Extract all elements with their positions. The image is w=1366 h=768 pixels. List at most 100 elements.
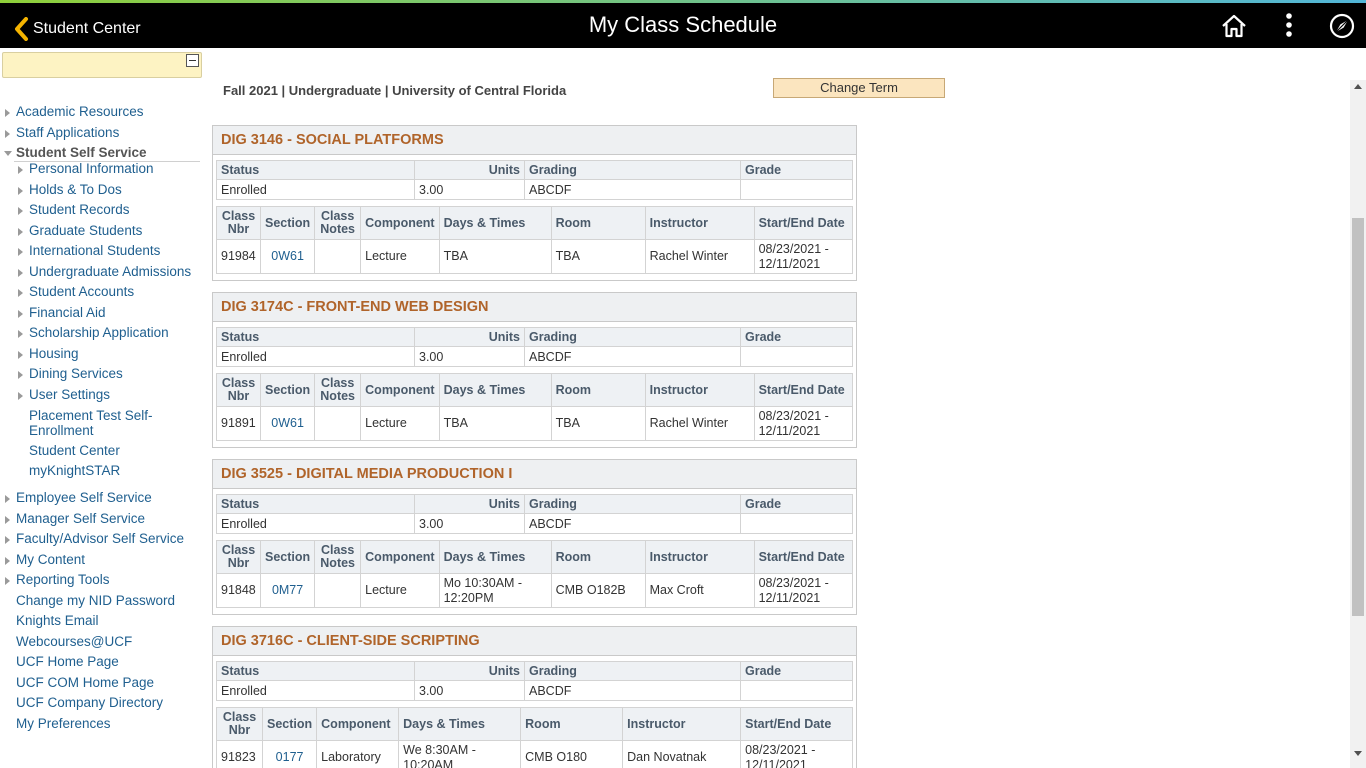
- section-link[interactable]: 0177: [261, 740, 318, 768]
- sidebar-item-label: Dining Services: [29, 366, 123, 381]
- status-table: Status Units Grading Grade Enrolled 3.00…: [216, 160, 853, 200]
- sidebar-item-my-content[interactable]: My Content: [5, 552, 86, 568]
- compass-icon[interactable]: [1328, 12, 1356, 40]
- scroll-down-arrow-icon[interactable]: [1354, 751, 1362, 756]
- sidebar-item-holds-to-dos[interactable]: Holds & To Dos: [18, 182, 122, 198]
- sidebar-item-reporting-tools[interactable]: Reporting Tools: [5, 572, 110, 588]
- sidebar-item-label: International Students: [29, 243, 161, 258]
- component-value: Lecture: [360, 406, 440, 441]
- grade-value: [740, 179, 853, 200]
- units-header: Units: [414, 661, 525, 681]
- sidebar-item-label: Student Center: [29, 443, 120, 458]
- sidebar-item-webcourses[interactable]: Webcourses@UCF: [16, 634, 132, 650]
- sidebar-item-personal-information[interactable]: Personal Information: [18, 161, 154, 177]
- class-nbr-header: Class Nbr: [216, 373, 261, 407]
- collapse-icon[interactable]: [186, 54, 199, 67]
- page-title: My Class Schedule: [588, 12, 778, 37]
- sidebar-item-international-students[interactable]: International Students: [18, 243, 161, 259]
- sidebar-item-label: UCF Company Directory: [16, 695, 164, 710]
- sidebar-item-knights-email[interactable]: Knights Email: [16, 613, 99, 629]
- sidebar-item-label: Personal Information: [29, 161, 154, 176]
- room-value: TBA: [550, 239, 646, 274]
- sidebar-item-academic-resources[interactable]: Academic Resources: [5, 104, 144, 120]
- class-notes-header: Class Notes: [314, 206, 362, 240]
- sidebar-item-student-records[interactable]: Student Records: [18, 202, 130, 218]
- component-value: Laboratory: [316, 740, 400, 768]
- status-header: Status: [216, 494, 415, 514]
- status-value: Enrolled: [216, 346, 415, 367]
- sidebar-item-graduate-students[interactable]: Graduate Students: [18, 223, 143, 239]
- grade-header: Grade: [740, 327, 853, 347]
- sidebar-item-scholarship-application[interactable]: Scholarship Application: [18, 325, 169, 341]
- section-link[interactable]: 0W61: [259, 406, 316, 441]
- start-end-value: 08/23/2021 - 12/11/2021: [753, 406, 854, 441]
- class-nbr-value: 91848: [216, 573, 261, 608]
- scroll-up-arrow-icon[interactable]: [1354, 84, 1362, 89]
- vertical-scrollbar[interactable]: [1350, 80, 1366, 768]
- sidebar-item-label: Scholarship Application: [29, 325, 169, 340]
- sidebar-item-manager-self-service[interactable]: Manager Self Service: [5, 511, 145, 527]
- instructor-header: Instructor: [644, 206, 755, 240]
- expand-arrow-icon: [5, 495, 10, 503]
- grading-value: ABCDF: [524, 513, 741, 534]
- days-times-header: Days & Times: [398, 707, 522, 741]
- sidebar-item-label: Student Accounts: [29, 284, 135, 299]
- sidebar-item-student-accounts[interactable]: Student Accounts: [18, 284, 135, 300]
- sidebar-item-ucf-com-home-page[interactable]: UCF COM Home Page: [16, 675, 154, 691]
- section-link[interactable]: 0W61: [259, 239, 316, 274]
- sidebar-item-student-self-service[interactable]: Student Self Service: [4, 145, 147, 161]
- expand-arrow-icon: [18, 207, 23, 215]
- class-notes-header: Class Notes: [314, 540, 362, 574]
- class-nbr-value: 91984: [216, 239, 261, 274]
- status-header: Status: [216, 160, 415, 180]
- days-times-header: Days & Times: [438, 373, 552, 407]
- class-notes-value: [314, 239, 362, 274]
- sidebar-item-housing[interactable]: Housing: [18, 346, 79, 362]
- instructor-value: Max Croft: [644, 573, 755, 608]
- sidebar-item-faculty-advisor[interactable]: Faculty/Advisor Self Service: [5, 531, 184, 547]
- sidebar-item-placement-test[interactable]: Placement Test Self-Enrollment: [29, 408, 189, 438]
- sidebar-search-strip[interactable]: [2, 52, 202, 78]
- sidebar-item-label: My Content: [16, 552, 86, 567]
- section-header: Section: [259, 540, 316, 574]
- component-value: Lecture: [360, 573, 440, 608]
- sidebar-item-my-preferences[interactable]: My Preferences: [16, 716, 111, 732]
- change-term-button[interactable]: Change Term: [773, 78, 945, 98]
- sidebar-item-label: Placement Test Self-Enrollment: [29, 408, 153, 438]
- component-value: Lecture: [360, 239, 440, 274]
- sidebar-item-undergraduate-admissions[interactable]: Undergraduate Admissions: [18, 264, 191, 280]
- sidebar-item-myknightstar[interactable]: myKnightSTAR: [29, 463, 120, 479]
- term-info: Fall 2021 | Undergraduate | University o…: [223, 83, 567, 98]
- home-icon[interactable]: [1220, 12, 1248, 40]
- start-end-value: 08/23/2021 - 12/11/2021: [753, 239, 854, 274]
- instructor-header: Instructor: [622, 707, 742, 741]
- sidebar-item-staff-applications[interactable]: Staff Applications: [5, 125, 119, 141]
- sidebar-item-dining-services[interactable]: Dining Services: [18, 366, 123, 382]
- collapse-arrow-icon: [4, 151, 12, 156]
- scrollbar-thumb[interactable]: [1352, 218, 1364, 616]
- class-nbr-header: Class Nbr: [216, 540, 261, 574]
- course-panel: DIG 3716C - CLIENT-SIDE SCRIPTING Status…: [212, 626, 857, 768]
- sidebar-item-user-settings[interactable]: User Settings: [18, 387, 110, 403]
- sidebar-item-change-nid-password[interactable]: Change my NID Password: [16, 593, 175, 609]
- sidebar-item-ucf-company-directory[interactable]: UCF Company Directory: [16, 695, 163, 711]
- expand-arrow-icon: [18, 371, 23, 379]
- sidebar-item-label: Change my NID Password: [16, 593, 176, 608]
- section-link[interactable]: 0M77: [259, 573, 316, 608]
- class-notes-value: [314, 406, 362, 441]
- sidebar-item-financial-aid[interactable]: Financial Aid: [18, 305, 106, 321]
- sidebar-item-label: Student Self Service: [16, 145, 147, 160]
- sidebar-item-label: Graduate Students: [29, 223, 143, 238]
- expand-arrow-icon: [18, 310, 23, 318]
- more-vertical-icon[interactable]: [1275, 12, 1303, 40]
- expand-arrow-icon: [5, 557, 10, 565]
- grading-value: ABCDF: [524, 680, 741, 701]
- sidebar-item-employee-self-service[interactable]: Employee Self Service: [5, 490, 152, 506]
- sidebar-item-label: Holds & To Dos: [29, 182, 122, 197]
- sidebar-item-label: myKnightSTAR: [29, 463, 121, 478]
- class-nbr-header: Class Nbr: [216, 707, 263, 741]
- header-banner: Student Center My Class Schedule: [0, 3, 1366, 48]
- sidebar-item-ucf-home-page[interactable]: UCF Home Page: [16, 654, 119, 670]
- units-value: 3.00: [414, 680, 525, 701]
- sidebar-item-student-center[interactable]: Student Center: [29, 443, 120, 459]
